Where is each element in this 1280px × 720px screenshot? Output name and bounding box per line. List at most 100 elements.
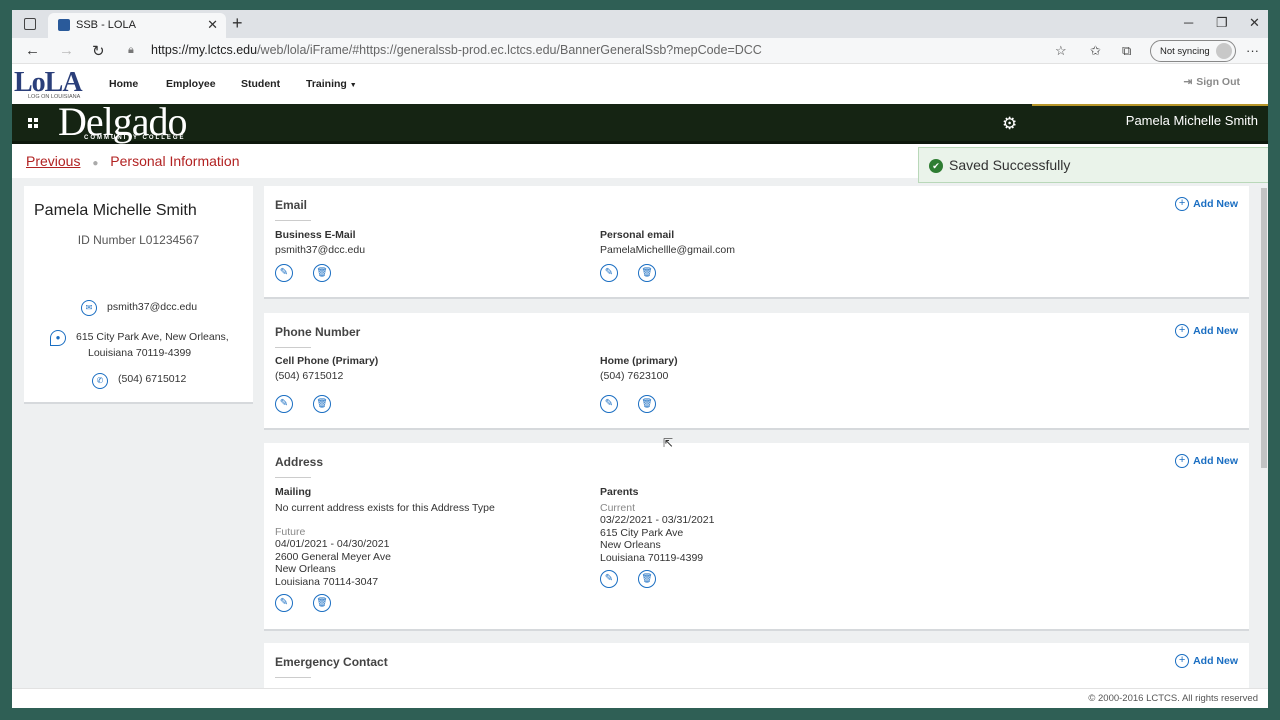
delete-parents-address-button[interactable]: 🗑︎ bbox=[638, 570, 656, 588]
collections-icon[interactable]: ⧉ bbox=[1122, 43, 1131, 59]
cell-phone-label: Cell Phone (Primary) bbox=[275, 355, 379, 367]
mailing-city: New Orleans bbox=[275, 563, 336, 575]
sign-out-icon: ⇥ bbox=[1183, 76, 1193, 88]
add-new-label: Add New bbox=[1193, 325, 1238, 337]
college-logo-sub: COMMUNITY COLLEGE bbox=[84, 135, 186, 141]
nav-training-label: Training bbox=[306, 78, 347, 90]
parents-label: Parents bbox=[600, 486, 639, 498]
gear-icon[interactable]: ⚙ bbox=[1002, 114, 1017, 134]
add-favorite-icon[interactable]: ☆ bbox=[1055, 43, 1067, 59]
profile-id: ID Number L01234567 bbox=[77, 233, 200, 247]
breadcrumb-previous[interactable]: Previous bbox=[26, 153, 80, 169]
parents-dates: 03/22/2021 - 03/31/2021 bbox=[600, 514, 715, 526]
url-host: https://my.lctcs.edu bbox=[151, 43, 258, 57]
delete-business-email-button[interactable]: 🗑︎ bbox=[313, 264, 331, 282]
success-toast: ✔ Saved Successfully bbox=[918, 147, 1268, 183]
window-menu-icon[interactable] bbox=[24, 18, 36, 30]
breadcrumb-separator: ● bbox=[92, 158, 99, 169]
app-grid-icon[interactable] bbox=[28, 118, 39, 129]
address-section-title: Address bbox=[275, 455, 324, 469]
profile-name: Pamela Michelle Smith bbox=[34, 202, 197, 219]
profile-email: psmith37@dcc.edu bbox=[107, 301, 198, 313]
user-name-menu[interactable]: Pamela Michelle Smith bbox=[1032, 104, 1268, 141]
minimize-icon[interactable]: ─ bbox=[1184, 15, 1193, 30]
sign-out-link[interactable]: ⇥ Sign Out bbox=[1183, 76, 1240, 88]
mailing-dates: 04/01/2021 - 04/30/2021 bbox=[275, 538, 390, 550]
more-options-icon[interactable]: ··· bbox=[1246, 43, 1259, 58]
profile-address-line1: 615 City Park Ave, New Orleans, bbox=[76, 331, 229, 343]
email-section-title: Email bbox=[275, 198, 308, 212]
new-tab-icon[interactable]: + bbox=[232, 13, 243, 34]
nav-student[interactable]: Student bbox=[241, 78, 280, 90]
mailing-future-label: Future bbox=[275, 526, 306, 538]
mailing-none-text: No current address exists for this Addre… bbox=[275, 502, 495, 514]
favicon-icon bbox=[58, 19, 70, 31]
forward-icon[interactable]: → bbox=[59, 42, 74, 59]
add-new-label: Add New bbox=[1193, 455, 1238, 467]
edit-personal-email-button[interactable]: ✎ bbox=[600, 264, 618, 282]
edit-parents-address-button[interactable]: ✎ bbox=[600, 570, 618, 588]
scrollbar-thumb[interactable] bbox=[1261, 188, 1267, 468]
lola-nav: LoLA LOG ON LOUISIANA Home Employee Stud… bbox=[12, 64, 1268, 104]
location-icon: ● bbox=[50, 330, 66, 346]
delete-cell-phone-button[interactable]: 🗑︎ bbox=[313, 395, 331, 413]
nav-home[interactable]: Home bbox=[109, 78, 138, 90]
lock-icon[interactable]: 🔒︎ bbox=[128, 44, 134, 57]
nav-employee[interactable]: Employee bbox=[166, 78, 216, 90]
caret-down-icon: ▼ bbox=[349, 82, 357, 89]
delete-home-phone-button[interactable]: 🗑︎ bbox=[638, 395, 656, 413]
delete-mailing-address-button[interactable]: 🗑︎ bbox=[313, 594, 331, 612]
profile-phone: (504) 6715012 bbox=[118, 373, 187, 385]
profile-sync-button[interactable]: Not syncing bbox=[1150, 40, 1236, 62]
url-field[interactable]: https://my.lctcs.edu/web/lola/iFrame/#ht… bbox=[151, 43, 762, 57]
refresh-icon[interactable]: ↻ bbox=[92, 42, 105, 60]
edit-cell-phone-button[interactable]: ✎ bbox=[275, 395, 293, 413]
section-divider bbox=[275, 477, 311, 478]
delete-personal-email-button[interactable]: 🗑︎ bbox=[638, 264, 656, 282]
college-banner: Delgado COMMUNITY COLLEGE ⚙ Pamela Miche… bbox=[12, 102, 1268, 144]
edit-business-email-button[interactable]: ✎ bbox=[275, 264, 293, 282]
business-email-value: psmith37@dcc.edu bbox=[275, 244, 366, 256]
add-new-label: Add New bbox=[1193, 198, 1238, 210]
profile-address-line2: Louisiana 70119-4399 bbox=[88, 347, 192, 359]
parents-street: 615 City Park Ave bbox=[600, 527, 684, 539]
close-tab-icon[interactable]: ✕ bbox=[207, 17, 218, 33]
emergency-section-title: Emergency Contact bbox=[275, 655, 388, 669]
address-add-new-button[interactable]: + Add New bbox=[1175, 454, 1238, 468]
breadcrumb-current: Personal Information bbox=[110, 153, 240, 169]
profile-card: Pamela Michelle Smith ID Number L0123456… bbox=[24, 186, 253, 404]
toast-message: Saved Successfully bbox=[949, 157, 1071, 173]
edit-mailing-address-button[interactable]: ✎ bbox=[275, 594, 293, 612]
section-divider bbox=[275, 347, 311, 348]
favorites-icon[interactable]: ✩ bbox=[1090, 43, 1101, 59]
parents-city: New Orleans bbox=[600, 539, 661, 551]
email-add-new-button[interactable]: + Add New bbox=[1175, 197, 1238, 211]
mailing-street: 2600 General Meyer Ave bbox=[275, 551, 391, 563]
parents-current-label: Current bbox=[600, 502, 636, 514]
add-new-label: Add New bbox=[1193, 655, 1238, 667]
close-window-icon[interactable]: ✕ bbox=[1249, 15, 1260, 31]
phone-card: Phone Number + Add New Cell Phone (Primar… bbox=[264, 313, 1249, 430]
phone-add-new-button[interactable]: + Add New bbox=[1175, 324, 1238, 338]
browser-tab[interactable]: SSB - LOLA ✕ bbox=[48, 13, 226, 38]
mailing-state: Louisiana 70114-3047 bbox=[275, 576, 379, 588]
personal-email-label: Personal email bbox=[600, 229, 675, 241]
back-icon[interactable]: ← bbox=[25, 42, 40, 59]
nav-training[interactable]: Training ▼ bbox=[306, 78, 357, 90]
phone-icon: ✆ bbox=[92, 373, 108, 389]
lola-logo[interactable]: LoLA LOG ON LOUISIANA bbox=[12, 67, 90, 101]
plus-icon: + bbox=[1175, 654, 1190, 668]
address-toolbar: ← → ↻ 🔒︎ https://my.lctcs.edu/web/lola/i… bbox=[12, 38, 1268, 64]
maximize-icon[interactable]: ❐ bbox=[1216, 15, 1228, 31]
personal-email-value: PamelaMichellle@gmail.com bbox=[600, 244, 735, 256]
browser-window: SSB - LOLA ✕ + ─ ❐ ✕ ← → ↻ 🔒︎ https://my… bbox=[12, 10, 1268, 708]
emergency-add-new-button[interactable]: + Add New bbox=[1175, 654, 1238, 668]
plus-icon: + bbox=[1175, 324, 1190, 338]
home-phone-label: Home (primary) bbox=[600, 355, 678, 367]
parents-state: Louisiana 70119-4399 bbox=[600, 552, 704, 564]
edit-home-phone-button[interactable]: ✎ bbox=[600, 395, 618, 413]
business-email-label: Business E-Mail bbox=[275, 229, 356, 241]
sync-label: Not syncing bbox=[1160, 46, 1210, 57]
page-scrollbar[interactable] bbox=[1260, 188, 1268, 688]
phone-section-title: Phone Number bbox=[275, 325, 361, 339]
